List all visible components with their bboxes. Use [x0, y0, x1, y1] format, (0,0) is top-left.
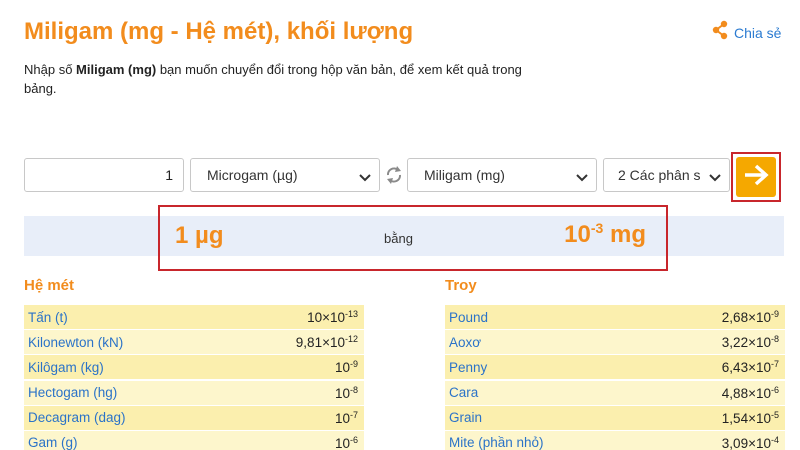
unit-value: 6,43×10-7: [722, 359, 779, 375]
value-mantissa: 3,09×10: [721, 435, 771, 450]
unit-link[interactable]: Decagram (dag): [28, 410, 126, 425]
value-mantissa: 10: [334, 385, 350, 401]
value-mantissa: 3,22×10: [721, 335, 771, 351]
swap-icon[interactable]: [384, 164, 404, 191]
unit-link[interactable]: Tấn (t): [28, 310, 68, 325]
value-mantissa: 1,54×10: [721, 410, 771, 426]
result-unit: mg: [610, 221, 646, 248]
to-unit-select[interactable]: Miligam (mg): [407, 158, 597, 192]
table-row: Cara 4,88×10-6: [445, 379, 785, 405]
to-unit-value: Miligam (mg): [424, 167, 505, 183]
value-mantissa: 10: [334, 435, 350, 450]
table-row: Gam (g) 10-6: [24, 429, 364, 450]
metric-section-title: Hệ mét: [24, 277, 75, 294]
result-to: 10-3 mg: [564, 220, 646, 249]
value-exponent: -6: [349, 434, 358, 445]
value-mantissa: 10×10: [307, 310, 345, 325]
value-exponent: -8: [770, 334, 779, 345]
value-exponent: -9: [770, 309, 779, 319]
table-row: Pound 2,68×10-9: [445, 304, 785, 329]
unit-link[interactable]: Aoxơ: [449, 335, 481, 350]
unit-link[interactable]: Kilonewton (kN): [28, 335, 123, 350]
unit-link[interactable]: Mite (phần nhỏ): [449, 435, 544, 450]
value-mantissa: 6,43×10: [721, 360, 771, 376]
unit-value: 9,81×10-12: [296, 334, 358, 350]
value-exponent: -8: [349, 384, 358, 395]
go-button[interactable]: [736, 157, 776, 197]
unit-link[interactable]: Hectogam (hg): [28, 385, 117, 400]
unit-value: 1,54×10-5: [722, 410, 779, 426]
precision-value: 2 Các phân s: [618, 167, 701, 183]
go-button-highlight: [731, 152, 781, 202]
value-exponent: -12: [344, 334, 358, 345]
unit-value: 10-8: [335, 385, 358, 401]
unit-value: 3,22×10-8: [722, 334, 779, 350]
unit-link[interactable]: Penny: [449, 360, 487, 375]
table-row: Aoxơ 3,22×10-8: [445, 329, 785, 355]
value-input[interactable]: [24, 158, 184, 192]
troy-section-title: Troy: [445, 277, 477, 294]
unit-value: 10-9: [335, 359, 358, 375]
value-exponent: -7: [349, 409, 358, 420]
table-row: Decagram (dag) 10-7: [24, 404, 364, 430]
value-exponent: -7: [770, 359, 779, 370]
unit-value: 10-6: [335, 435, 358, 450]
chevron-down-icon: [576, 170, 588, 186]
share-label: Chia sẻ: [734, 24, 782, 41]
unit-value: 4,88×10-6: [722, 385, 779, 401]
result-equals-label: bằng: [384, 231, 413, 246]
table-row: Kilonewton (kN) 9,81×10-12: [24, 329, 364, 355]
unit-link[interactable]: Cara: [449, 385, 478, 400]
unit-value: 3,09×10-4: [722, 435, 779, 450]
intro-unit: Miligam (mg): [76, 62, 157, 77]
page-title: Miligam (mg - Hệ mét), khối lượng: [24, 18, 414, 45]
unit-value: 2,68×10-9: [722, 309, 779, 325]
chevron-down-icon: [359, 170, 371, 186]
value-exponent: -5: [770, 409, 779, 420]
unit-value: 10-7: [335, 410, 358, 426]
table-row: Mite (phần nhỏ) 3,09×10-4: [445, 429, 785, 450]
value-exponent: -6: [770, 384, 779, 395]
precision-select[interactable]: 2 Các phân s: [603, 158, 730, 192]
table-row: Hectogam (hg) 10-8: [24, 379, 364, 405]
value-mantissa: 10: [334, 360, 350, 376]
chevron-down-icon: [709, 170, 721, 186]
value-mantissa: 4,88×10: [721, 385, 771, 401]
table-row: Grain 1,54×10-5: [445, 404, 785, 430]
value-mantissa: 2,68×10: [721, 310, 771, 325]
value-mantissa: 10: [334, 410, 350, 426]
from-unit-value: Microgam (µg): [207, 167, 298, 183]
from-unit-select[interactable]: Microgam (µg): [190, 158, 380, 192]
value-mantissa: 9,81×10: [295, 335, 345, 351]
share-icon: [710, 20, 730, 45]
unit-link[interactable]: Kilôgam (kg): [28, 360, 104, 375]
intro-text: Nhập số Miligam (mg) bạn muốn chuyển đổi…: [24, 60, 524, 98]
intro-before: Nhập số: [24, 62, 77, 77]
value-exponent: -4: [770, 434, 779, 445]
unit-value: 10×10-13: [307, 309, 358, 325]
unit-link[interactable]: Pound: [449, 310, 488, 325]
result-base: 10: [564, 221, 591, 248]
result-from: 1 µg: [175, 222, 224, 249]
table-row: Penny 6,43×10-7: [445, 354, 785, 380]
table-row: Kilôgam (kg) 10-9: [24, 354, 364, 380]
unit-link[interactable]: Grain: [449, 410, 482, 425]
metric-table: Tấn (t) 10×10-13 Kilonewton (kN) 9,81×10-1…: [24, 304, 364, 450]
result-exponent: -3: [590, 220, 604, 236]
unit-link[interactable]: Gam (g): [28, 435, 78, 450]
value-exponent: -9: [349, 359, 358, 370]
troy-table: Pound 2,68×10-9 Aoxơ 3,22×10-8 Penny 6,43×1…: [445, 304, 785, 450]
value-exponent: -13: [344, 309, 358, 319]
share-button[interactable]: Chia sẻ: [710, 20, 781, 45]
arrow-right-icon: [743, 164, 769, 191]
table-row: Tấn (t) 10×10-13: [24, 304, 364, 329]
